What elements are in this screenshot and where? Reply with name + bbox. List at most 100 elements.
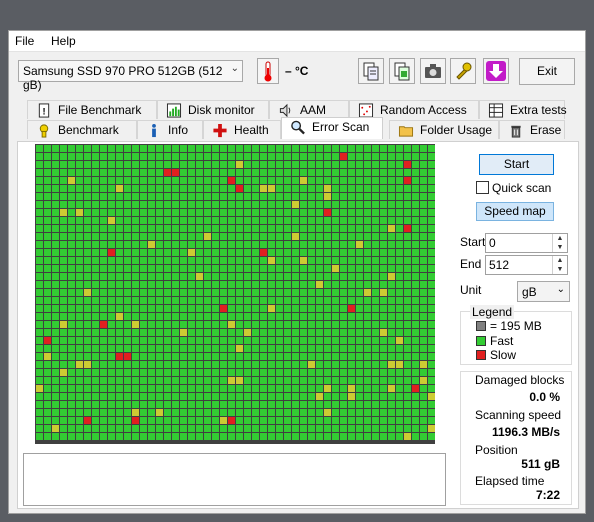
drive-select[interactable]: Samsung SSD 970 PRO 512GB (512 gB) ⌄ — [18, 60, 243, 92]
scan-block — [220, 401, 227, 408]
position-value: 511 gB — [521, 457, 560, 471]
scan-block — [60, 273, 67, 280]
scan-block — [148, 225, 155, 232]
scan-block — [36, 153, 43, 160]
update-button[interactable] — [483, 58, 509, 84]
scan-block — [100, 249, 107, 256]
quick-scan-checkbox[interactable] — [476, 181, 489, 194]
spin-arrows-icon[interactable]: ▲ ▼ — [552, 256, 567, 274]
scan-block — [180, 225, 187, 232]
scan-block — [36, 337, 43, 344]
tab-benchmark[interactable]: Benchmark — [27, 120, 137, 139]
menu-file[interactable]: File — [15, 34, 34, 48]
scan-block — [108, 145, 115, 152]
scan-block — [324, 281, 331, 288]
start-scan-button[interactable]: Start — [479, 154, 554, 175]
scan-block — [428, 193, 435, 200]
scan-block — [316, 329, 323, 336]
scan-block — [340, 177, 347, 184]
scan-block — [420, 329, 427, 336]
unit-label: Unit — [460, 283, 482, 297]
scan-block — [292, 225, 299, 232]
scan-block — [156, 217, 163, 224]
scan-block — [420, 425, 427, 432]
tab-disk-monitor[interactable]: Disk monitor — [157, 100, 269, 119]
menu-help[interactable]: Help — [51, 34, 76, 48]
scan-block — [196, 177, 203, 184]
scan-block — [420, 393, 427, 400]
speed-map-toggle[interactable]: Speed map — [476, 202, 554, 221]
scan-block — [340, 153, 347, 160]
scan-block — [252, 233, 259, 240]
scan-block — [108, 305, 115, 312]
scan-block — [428, 145, 435, 152]
scan-block — [84, 369, 91, 376]
scan-block — [292, 241, 299, 248]
scan-block — [188, 161, 195, 168]
scan-block — [380, 433, 387, 440]
screenshot-button[interactable] — [420, 58, 446, 84]
scan-block — [124, 177, 131, 184]
copy-text-button[interactable] — [358, 58, 384, 84]
scan-block — [188, 417, 195, 424]
scan-block — [228, 297, 235, 304]
scan-block — [92, 409, 99, 416]
scan-block — [380, 161, 387, 168]
scan-block — [108, 161, 115, 168]
scan-block — [380, 425, 387, 432]
scan-block — [44, 257, 51, 264]
scan-block — [236, 161, 243, 168]
scan-block — [396, 353, 403, 360]
scan-block — [196, 369, 203, 376]
scan-block — [36, 257, 43, 264]
scan-block — [204, 281, 211, 288]
tab-extra-tests[interactable]: Extra tests — [479, 100, 567, 119]
scan-block — [284, 329, 291, 336]
scan-block — [380, 177, 387, 184]
scan-block — [324, 201, 331, 208]
scan-block — [252, 369, 259, 376]
scan-block — [236, 145, 243, 152]
scan-block — [132, 177, 139, 184]
tab-folder-usage[interactable]: Folder Usage — [389, 120, 499, 139]
tab-file-benchmark[interactable]: ! File Benchmark — [27, 100, 157, 119]
scan-block — [356, 257, 363, 264]
scan-block — [260, 161, 267, 168]
scan-block — [108, 249, 115, 256]
scan-block — [236, 417, 243, 424]
scan-block — [172, 241, 179, 248]
scan-block — [204, 145, 211, 152]
tab-health[interactable]: Health — [203, 120, 281, 139]
end-spinbox[interactable]: 512 ▲ ▼ — [485, 255, 568, 275]
scan-block — [228, 153, 235, 160]
scan-block — [68, 233, 75, 240]
scan-block — [204, 401, 211, 408]
start-spinbox[interactable]: 0 ▲ ▼ — [485, 233, 568, 253]
scan-block — [316, 417, 323, 424]
scan-block — [364, 265, 371, 272]
scan-block — [252, 193, 259, 200]
scan-block — [324, 425, 331, 432]
scan-block — [52, 297, 59, 304]
scan-block — [108, 329, 115, 336]
exit-button[interactable]: Exit — [519, 58, 575, 85]
scan-block — [364, 217, 371, 224]
scan-block — [116, 281, 123, 288]
scan-block — [276, 265, 283, 272]
scan-block — [332, 209, 339, 216]
scan-block — [428, 321, 435, 328]
scan-block — [148, 201, 155, 208]
scan-block — [44, 417, 51, 424]
scan-block — [372, 273, 379, 280]
tab-info[interactable]: Info — [137, 120, 203, 139]
scan-block — [228, 177, 235, 184]
copy-image-button[interactable] — [389, 58, 415, 84]
options-button[interactable] — [450, 58, 476, 84]
scan-block — [36, 281, 43, 288]
unit-select[interactable]: gB ⌄ — [517, 281, 570, 302]
spin-arrows-icon[interactable]: ▲ ▼ — [552, 234, 567, 252]
tab-error-scan[interactable]: Error Scan — [281, 117, 383, 139]
tab-erase[interactable]: Erase — [499, 120, 565, 139]
scan-block — [164, 177, 171, 184]
scan-block — [404, 265, 411, 272]
